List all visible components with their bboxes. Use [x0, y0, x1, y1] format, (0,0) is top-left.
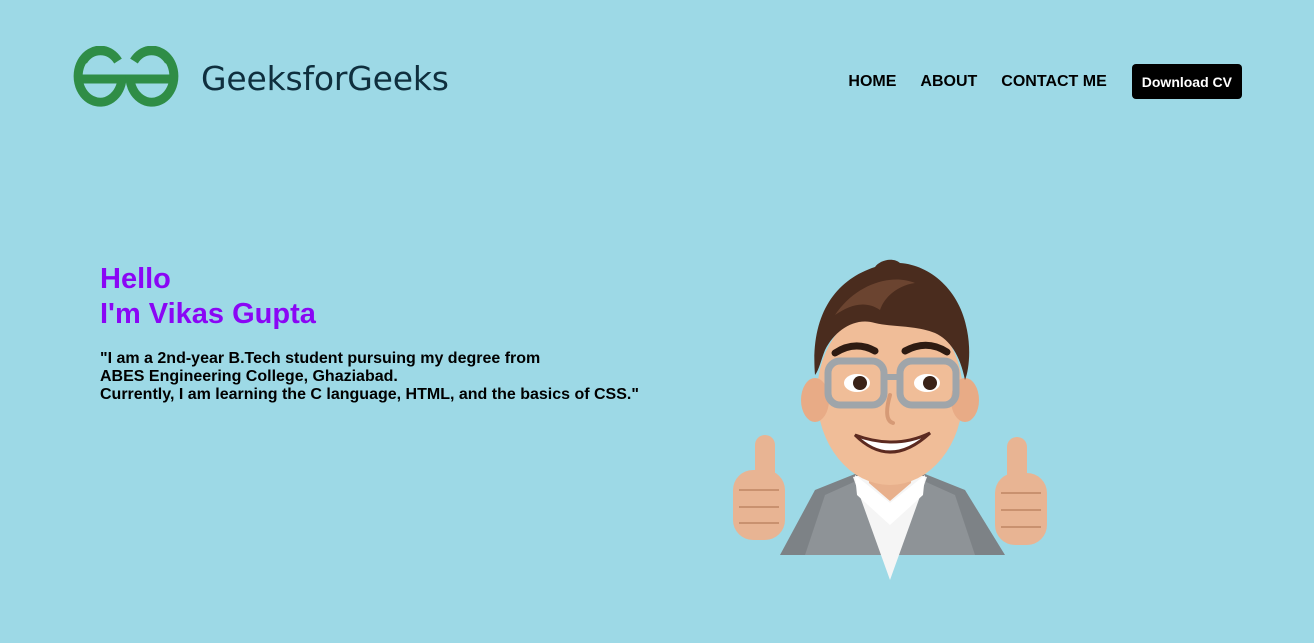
download-cv-button[interactable]: Download CV — [1131, 64, 1242, 99]
nav-about-link[interactable]: ABOUT — [920, 65, 977, 99]
portfolio-page: GeeksforGeeks HOME ABOUT CONTACT ME Down… — [0, 0, 1314, 643]
main-nav: HOME ABOUT CONTACT ME Download CV — [848, 64, 1242, 99]
geeksforgeeks-logo-icon — [73, 46, 179, 107]
brand-logo[interactable]: GeeksforGeeks — [70, 46, 449, 110]
hero-greeting: Hello — [100, 263, 171, 295]
hero-description-line: Currently, I am learning the C language,… — [100, 386, 639, 403]
nav-home-link[interactable]: HOME — [848, 65, 896, 99]
hero-title: Hello I'm Vikas Gupta — [100, 262, 316, 332]
nav-contact-link[interactable]: CONTACT ME — [1001, 65, 1106, 99]
hero-description: "I am a 2nd-year B.Tech student pursuing… — [100, 350, 639, 404]
hero-description-line: "I am a 2nd-year B.Tech student pursuing… — [100, 350, 541, 367]
hero-name: I'm Vikas Gupta — [100, 298, 316, 330]
hero-description-line: ABES Engineering College, Ghaziabad. — [100, 368, 398, 385]
brand-name: GeeksforGeeks — [201, 58, 449, 98]
avatar-thumbs-up-icon — [733, 259, 1047, 580]
